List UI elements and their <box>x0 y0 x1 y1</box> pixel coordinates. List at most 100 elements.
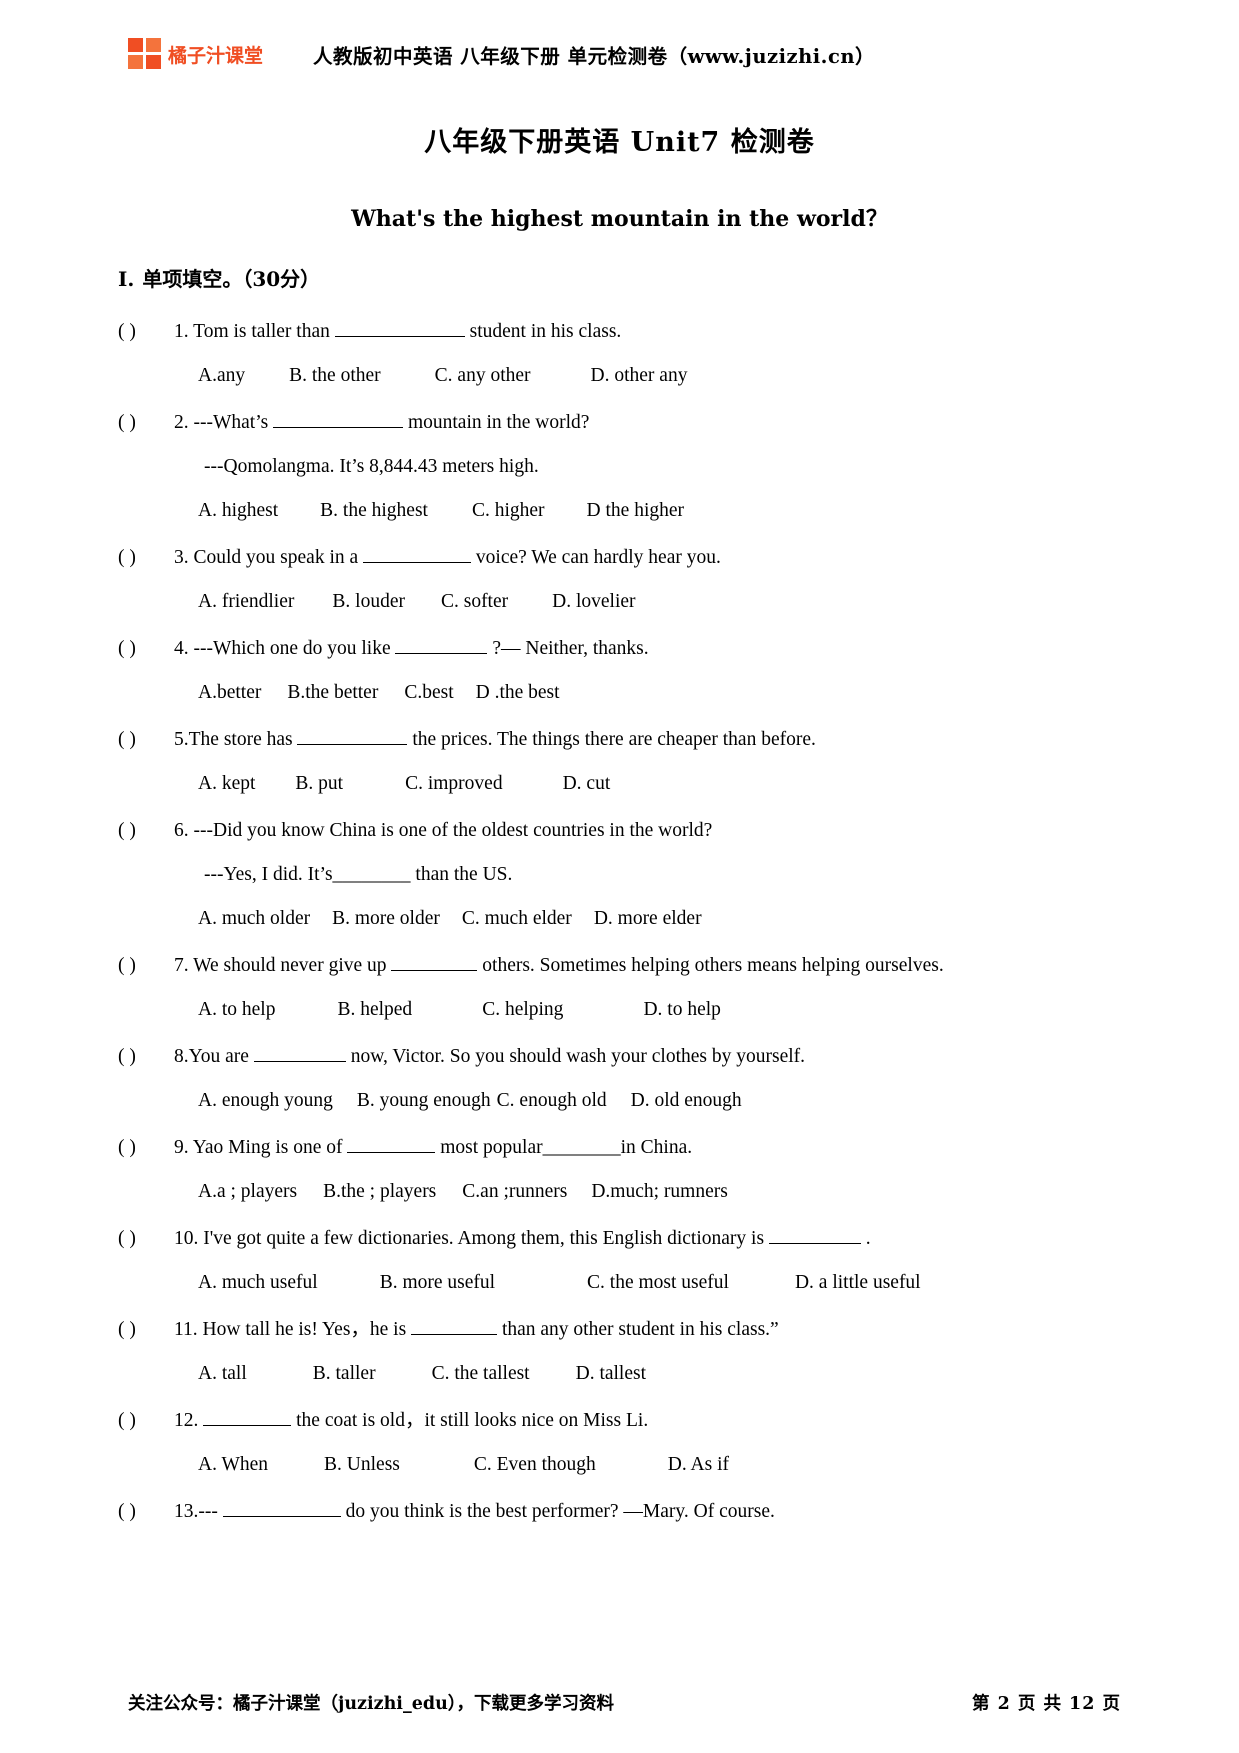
option-choice[interactable]: D the higher <box>587 489 684 533</box>
answer-bracket[interactable]: ( ) <box>118 310 174 354</box>
stem-before-blank: 7. We should never give up <box>174 955 392 976</box>
question-block: ( ) 10. I've got quite a few dictionaries… <box>118 1217 1129 1305</box>
option-choice[interactable]: D.much; rumners <box>591 1170 727 1214</box>
option-choice[interactable]: C. improved <box>405 762 503 806</box>
fill-in-blank[interactable] <box>203 1407 292 1426</box>
fill-in-blank[interactable] <box>253 1043 346 1062</box>
fill-in-blank[interactable] <box>363 544 472 563</box>
fill-in-blank[interactable] <box>273 409 404 428</box>
question-text: 9. Yao Ming is one of most popular______… <box>174 1126 692 1170</box>
answer-bracket[interactable]: ( ) <box>118 1035 174 1079</box>
answer-bracket[interactable]: ( ) <box>118 1490 174 1534</box>
option-choice[interactable]: C. helping <box>482 988 563 1032</box>
question-stem: ( ) 12. the coat is old，it still looks ni… <box>118 1399 1129 1443</box>
option-choice[interactable]: B. young enough <box>357 1079 491 1123</box>
answer-bracket[interactable]: ( ) <box>118 627 174 671</box>
fill-in-blank[interactable] <box>768 1225 861 1244</box>
stem-after-blank: most popular________in China. <box>435 1137 693 1158</box>
option-choice[interactable]: A. enough young <box>198 1079 333 1123</box>
answer-bracket[interactable]: ( ) <box>118 1126 174 1170</box>
stem-after-blank: the coat is old，it still looks nice on M… <box>291 1410 649 1431</box>
fill-in-blank[interactable] <box>222 1498 341 1517</box>
question-stem: ( ) 1. Tom is taller than student in his … <box>118 310 1129 354</box>
section-label: 单项填空。（30分） <box>142 267 321 291</box>
option-choice[interactable]: B. taller <box>313 1352 376 1396</box>
option-choice[interactable]: A. tall <box>198 1352 247 1396</box>
stem-before-blank: 3. Could you speak in a <box>174 547 364 568</box>
brand-logo: 橘子汁课堂 <box>128 38 263 70</box>
option-choice[interactable]: D. old enough <box>631 1079 742 1123</box>
option-choice[interactable]: D. other any <box>591 354 688 398</box>
question-block: ( ) 11. How tall he is! Yes，he is than an… <box>118 1308 1129 1396</box>
option-choice[interactable]: B. more useful <box>380 1261 495 1305</box>
option-choice[interactable]: C. higher <box>472 489 545 533</box>
question-text: 10. I've got quite a few dictionaries. A… <box>174 1217 871 1261</box>
answer-bracket[interactable]: ( ) <box>118 809 174 853</box>
option-choice[interactable]: B. put <box>295 762 343 806</box>
option-choice[interactable]: A. friendlier <box>198 580 294 624</box>
option-choice[interactable]: A. to help <box>198 988 275 1032</box>
option-choice[interactable]: A. highest <box>198 489 278 533</box>
option-choice[interactable]: C. any other <box>435 354 531 398</box>
option-choice[interactable]: C. the tallest <box>432 1352 530 1396</box>
fill-in-blank[interactable] <box>395 635 488 654</box>
option-choice[interactable]: D. tallest <box>576 1352 646 1396</box>
question-continuation: ---Qomolangma. It’s 8,844.43 meters high… <box>204 456 539 477</box>
stem-before-blank: 4. ---Which one do you like <box>174 638 396 659</box>
fill-in-blank[interactable] <box>297 726 408 745</box>
option-choice[interactable]: D. a little useful <box>795 1261 921 1305</box>
option-choice[interactable]: D. As if <box>668 1443 729 1487</box>
option-choice[interactable]: C.best <box>404 671 453 715</box>
answer-bracket[interactable]: ( ) <box>118 1308 174 1352</box>
option-choice[interactable]: C. the most useful <box>587 1261 729 1305</box>
option-choice[interactable]: B. more older <box>332 897 440 941</box>
question-stem: ( ) 2. ---What’s mountain in the world? <box>118 401 1129 445</box>
fill-in-blank[interactable] <box>334 318 465 337</box>
question-stem: ( ) 11. How tall he is! Yes，he is than an… <box>118 1308 1129 1352</box>
option-choice[interactable]: D. lovelier <box>552 580 635 624</box>
stem-before-blank: 12. <box>174 1410 204 1431</box>
stem-after-blank: student in his class. <box>464 321 622 342</box>
option-choice[interactable]: D .the best <box>476 671 560 715</box>
fill-in-blank[interactable] <box>347 1134 436 1153</box>
stem-before-blank: 6. ---Did you know China is one of the o… <box>174 820 713 841</box>
option-choice[interactable]: B. the other <box>289 354 381 398</box>
option-choice[interactable]: C. Even though <box>474 1443 596 1487</box>
option-choice[interactable]: C. much elder <box>462 897 572 941</box>
stem-after-blank: do you think is the best performer? —Mar… <box>340 1501 775 1522</box>
question-text: 7. We should never give up others. Somet… <box>174 944 944 988</box>
option-choice[interactable]: A. When <box>198 1443 268 1487</box>
option-row: A. highest B. the highest C. higher D the h… <box>118 489 1129 533</box>
answer-bracket[interactable]: ( ) <box>118 718 174 762</box>
option-row: A.better B.the better C.best D .the best <box>118 671 1129 715</box>
option-choice[interactable]: B. helped <box>337 988 412 1032</box>
question-text: 4. ---Which one do you like ?— Neither, … <box>174 627 649 671</box>
option-choice[interactable]: B.the better <box>287 671 378 715</box>
answer-bracket[interactable]: ( ) <box>118 401 174 445</box>
option-choice[interactable]: C. enough old <box>497 1079 607 1123</box>
option-choice[interactable]: A.better <box>198 671 261 715</box>
question-block: ( ) 7. We should never give up others. So… <box>118 944 1129 1032</box>
footer-note: 关注公众号：橘子汁课堂（juzizhi_edu），下载更多学习资料 <box>128 1694 615 1714</box>
option-choice[interactable]: D. cut <box>563 762 611 806</box>
option-choice[interactable]: D. more elder <box>594 897 702 941</box>
stem-before-blank: 10. I've got quite a few dictionaries. A… <box>174 1228 769 1249</box>
option-choice[interactable]: B. louder <box>332 580 405 624</box>
option-choice[interactable]: B. the highest <box>320 489 428 533</box>
option-choice[interactable]: B. Unless <box>324 1443 400 1487</box>
option-choice[interactable]: B.the ; players <box>323 1170 436 1214</box>
option-choice[interactable]: A. kept <box>198 762 255 806</box>
option-choice[interactable]: A. much useful <box>198 1261 318 1305</box>
option-choice[interactable]: D. to help <box>643 988 720 1032</box>
answer-bracket[interactable]: ( ) <box>118 1217 174 1261</box>
answer-bracket[interactable]: ( ) <box>118 536 174 580</box>
answer-bracket[interactable]: ( ) <box>118 1399 174 1443</box>
option-choice[interactable]: C.an ;runners <box>462 1170 567 1214</box>
option-choice[interactable]: A.any <box>198 354 245 398</box>
answer-bracket[interactable]: ( ) <box>118 944 174 988</box>
option-choice[interactable]: A. much older <box>198 897 310 941</box>
option-choice[interactable]: C. softer <box>441 580 508 624</box>
option-choice[interactable]: A.a ; players <box>198 1170 297 1214</box>
fill-in-blank[interactable] <box>411 1316 498 1335</box>
fill-in-blank[interactable] <box>391 952 478 971</box>
